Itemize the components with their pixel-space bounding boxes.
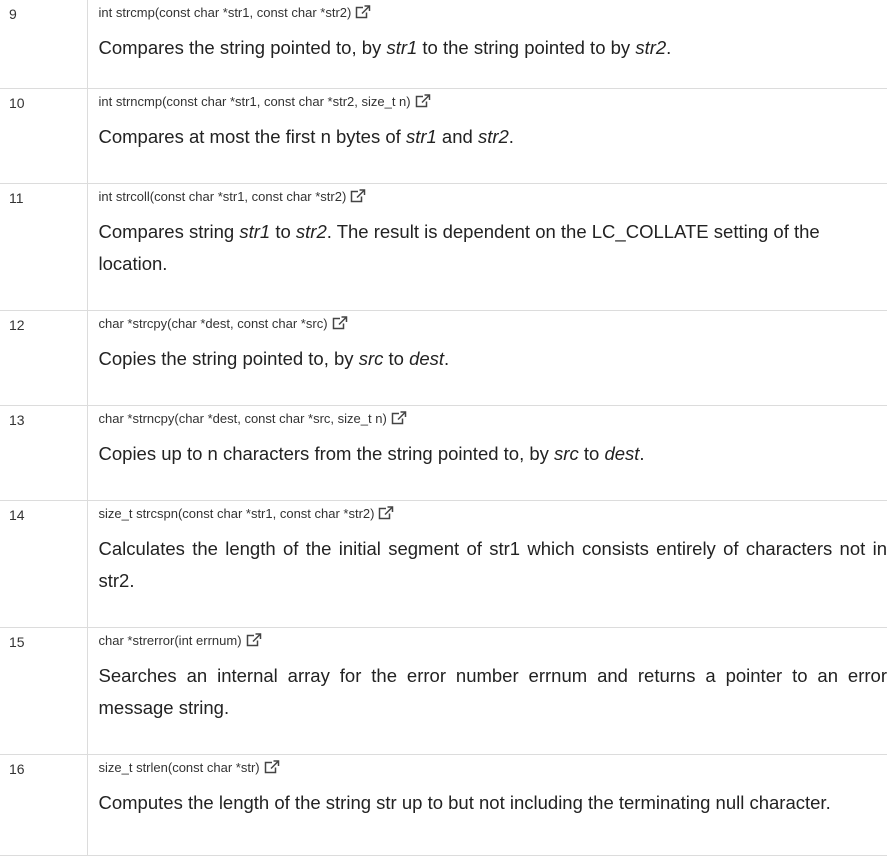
function-table-body: 9 int strcmp(const char *str1, const char… xyxy=(0,0,887,855)
external-link-icon[interactable] xyxy=(355,5,371,19)
description-text: . xyxy=(444,348,449,369)
function-signature-text: char *strerror(int errnum) xyxy=(99,633,242,648)
table-row: 9 int strcmp(const char *str1, const char… xyxy=(0,0,887,88)
function-signature-text: char *strncpy(char *dest, const char *sr… xyxy=(99,411,387,426)
function-signature-text: size_t strcspn(const char *str1, const c… xyxy=(99,506,375,521)
row-number: 9 xyxy=(0,0,87,88)
table-row: 13 char *strncpy(char *dest, const char *… xyxy=(0,405,887,500)
function-signature-text: int strcoll(const char *str1, const char… xyxy=(99,189,347,204)
external-link-icon[interactable] xyxy=(378,506,394,520)
function-cell: size_t strlen(const char *str) Computes t… xyxy=(87,754,887,855)
description-italic-term: str1 xyxy=(386,37,417,58)
function-description: Compares the string pointed to, by str1 … xyxy=(99,32,887,64)
description-italic-term: dest xyxy=(604,443,639,464)
description-text: Copies the string pointed to, by xyxy=(99,348,359,369)
description-italic-term: src xyxy=(359,348,384,369)
description-text: . xyxy=(639,443,644,464)
external-link-icon[interactable] xyxy=(350,189,366,203)
description-italic-term: str1 xyxy=(406,126,437,147)
external-link-icon[interactable] xyxy=(246,633,262,647)
function-signature: int strncmp(const char *str1, const char… xyxy=(99,93,887,110)
function-cell: int strncmp(const char *str1, const char… xyxy=(87,88,887,183)
table-row: 12 char *strcpy(char *dest, const char *s… xyxy=(0,310,887,405)
function-cell: int strcmp(const char *str1, const char … xyxy=(87,0,887,88)
function-signature-text: int strcmp(const char *str1, const char … xyxy=(99,5,352,20)
row-number: 15 xyxy=(0,627,87,754)
function-description: Calculates the length of the initial seg… xyxy=(99,533,887,597)
external-link-icon[interactable] xyxy=(415,94,431,108)
description-text: . xyxy=(666,37,671,58)
description-text: Searches an internal array for the error… xyxy=(99,665,887,718)
external-link-icon[interactable] xyxy=(264,760,280,774)
table-row: 10 int strncmp(const char *str1, const ch… xyxy=(0,88,887,183)
row-number: 10 xyxy=(0,88,87,183)
function-description: Copies the string pointed to, by src to … xyxy=(99,343,887,375)
function-description: Copies up to n characters from the strin… xyxy=(99,438,887,470)
table-row: 16 size_t strlen(const char *str) Computes… xyxy=(0,754,887,855)
description-italic-term: str2 xyxy=(635,37,666,58)
function-description: Searches an internal array for the error… xyxy=(99,660,887,724)
function-description: Compares string str1 to str2. The result… xyxy=(99,216,887,280)
description-text: Copies up to n characters from the strin… xyxy=(99,443,555,464)
description-text: to xyxy=(383,348,409,369)
table-row: 14 size_t strcspn(const char *str1, const… xyxy=(0,500,887,627)
function-description: Compares at most the first n bytes of st… xyxy=(99,121,887,153)
function-description: Computes the length of the string str up… xyxy=(99,787,887,819)
description-text: Calculates the length of the initial seg… xyxy=(99,538,887,591)
function-signature-text: char *strcpy(char *dest, const char *src… xyxy=(99,316,328,331)
function-signature: char *strcpy(char *dest, const char *src… xyxy=(99,315,887,332)
row-number: 11 xyxy=(0,183,87,310)
function-signature-text: int strncmp(const char *str1, const char… xyxy=(99,94,411,109)
description-italic-term: str1 xyxy=(239,221,270,242)
description-text: to xyxy=(579,443,605,464)
function-signature: char *strerror(int errnum) xyxy=(99,632,887,649)
description-text: Compares the string pointed to, by xyxy=(99,37,387,58)
row-number: 16 xyxy=(0,754,87,855)
external-link-icon[interactable] xyxy=(332,316,348,330)
function-table: 9 int strcmp(const char *str1, const char… xyxy=(0,0,887,856)
function-signature: int strcmp(const char *str1, const char … xyxy=(99,4,887,21)
description-text: to xyxy=(270,221,296,242)
row-number: 12 xyxy=(0,310,87,405)
function-signature: int strcoll(const char *str1, const char… xyxy=(99,188,887,205)
external-link-icon[interactable] xyxy=(391,411,407,425)
description-text: and xyxy=(437,126,478,147)
description-text: Compares string xyxy=(99,221,240,242)
description-text: . xyxy=(509,126,514,147)
function-signature: char *strncpy(char *dest, const char *sr… xyxy=(99,410,887,427)
description-text: Computes the length of the string str up… xyxy=(99,792,831,813)
description-text: Compares at most the first n bytes of xyxy=(99,126,406,147)
description-italic-term: dest xyxy=(409,348,444,369)
function-cell: char *strerror(int errnum) Searches an in… xyxy=(87,627,887,754)
function-cell: char *strcpy(char *dest, const char *src… xyxy=(87,310,887,405)
function-cell: char *strncpy(char *dest, const char *sr… xyxy=(87,405,887,500)
table-row: 15 char *strerror(int errnum) Searches an … xyxy=(0,627,887,754)
function-cell: int strcoll(const char *str1, const char… xyxy=(87,183,887,310)
function-signature-text: size_t strlen(const char *str) xyxy=(99,760,260,775)
table-row: 11 int strcoll(const char *str1, const ch… xyxy=(0,183,887,310)
description-italic-term: str2 xyxy=(478,126,509,147)
description-italic-term: src xyxy=(554,443,579,464)
function-signature: size_t strlen(const char *str) xyxy=(99,759,887,776)
description-italic-term: str2 xyxy=(296,221,327,242)
function-cell: size_t strcspn(const char *str1, const c… xyxy=(87,500,887,627)
row-number: 14 xyxy=(0,500,87,627)
description-text: to the string pointed to by xyxy=(417,37,635,58)
function-signature: size_t strcspn(const char *str1, const c… xyxy=(99,505,887,522)
row-number: 13 xyxy=(0,405,87,500)
